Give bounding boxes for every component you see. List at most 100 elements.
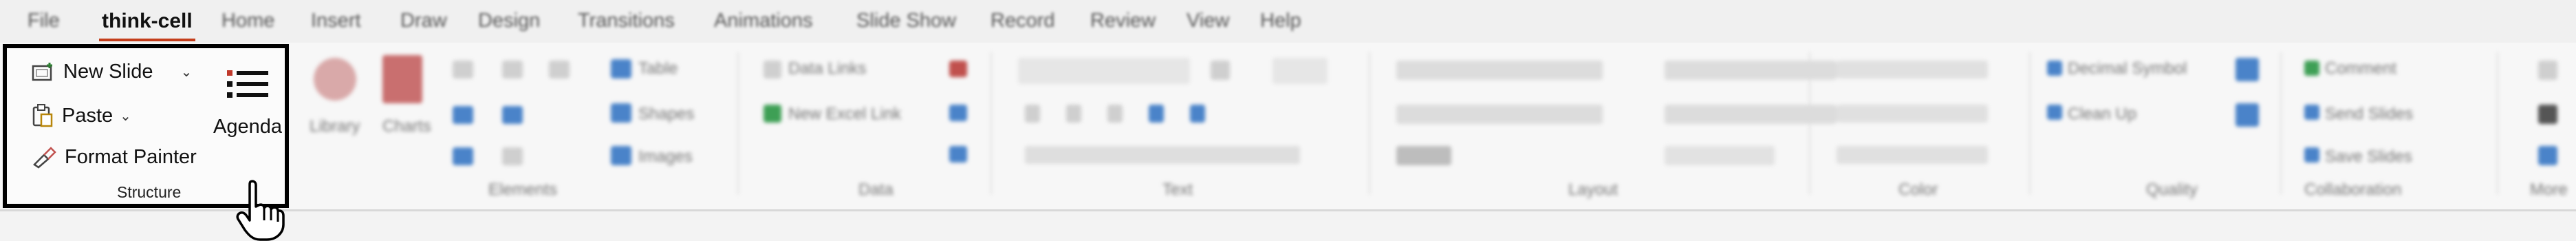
elements-icon-2[interactable] (453, 106, 473, 124)
tab-transitions[interactable]: Transitions (578, 10, 675, 32)
new-slide-icon (32, 62, 52, 81)
decimal-symbol-icon[interactable] (2047, 61, 2062, 76)
table-icon[interactable] (611, 59, 631, 78)
bold-icon[interactable] (1025, 105, 1040, 123)
group-label-elements: Elements (488, 180, 558, 199)
new-slide-button[interactable]: New Slide ⌄ (32, 61, 192, 83)
excel-icon[interactable] (764, 105, 781, 123)
data-icon-1[interactable] (949, 61, 967, 77)
separator (2497, 52, 2498, 194)
tab-insert[interactable]: Insert (311, 10, 361, 32)
font-dropdown[interactable] (1018, 58, 1190, 84)
chevron-down-icon[interactable]: ⌄ (120, 107, 131, 125)
group-label-color: Color (1898, 180, 1938, 199)
separator (1809, 52, 1810, 194)
separator (1369, 52, 1370, 194)
tab-think-cell[interactable]: think-cell (99, 10, 195, 41)
send-slides-icon[interactable] (2304, 105, 2319, 120)
elements-icon-4[interactable] (502, 61, 523, 78)
table-label: Table (638, 59, 678, 78)
elements-icon-3[interactable] (453, 147, 473, 165)
data-icon-2[interactable] (949, 105, 967, 121)
blurred-ribbon-groups: Library Charts Table Shapes Images Eleme… (296, 43, 2576, 211)
group-label-text: Text (1162, 180, 1193, 199)
tab-record[interactable]: Record (991, 10, 1055, 32)
active-tab-underline (99, 39, 195, 41)
library-icon[interactable] (314, 58, 356, 101)
hand-pointer-cursor-icon (236, 180, 285, 241)
shapes-label: Shapes (638, 105, 695, 123)
group-label-more: More (2530, 180, 2568, 199)
group-label-layout: Layout (1568, 180, 1619, 199)
paintbrush-icon (33, 146, 56, 169)
elements-icon-5[interactable] (502, 106, 523, 124)
images-icon[interactable] (611, 146, 631, 165)
charts-label: Charts (382, 117, 431, 136)
highlight-icon[interactable] (1190, 105, 1205, 123)
quality-icon-2[interactable] (2236, 103, 2259, 127)
more-icon-2[interactable] (2538, 105, 2557, 124)
tab-home[interactable]: Home (221, 10, 274, 32)
agenda-list-icon (227, 70, 268, 98)
group-label-structure: Structure (117, 183, 182, 201)
format-painter-button[interactable]: Format Painter (32, 146, 197, 169)
format-painter-label: Format Painter (65, 146, 197, 168)
underline-icon[interactable] (1107, 105, 1123, 123)
tab-file[interactable]: File (28, 10, 60, 32)
library-label: Library (310, 117, 360, 136)
agenda-label: Agenda (213, 116, 282, 138)
elements-icon-6[interactable] (502, 147, 523, 165)
size-dropdown[interactable] (1273, 58, 1328, 84)
ribbon-tab-bar: File think-cell Home Insert Draw Design … (0, 0, 2576, 43)
elements-icon-7[interactable] (549, 61, 570, 78)
quality-icon-1[interactable] (2236, 58, 2259, 81)
separator (991, 52, 992, 194)
layout-row-1[interactable] (1396, 61, 1603, 80)
comment-icon[interactable] (2304, 61, 2319, 76)
new-slide-label: New Slide (63, 61, 153, 83)
layout-row-6[interactable] (1665, 146, 1775, 165)
paste-label: Paste (62, 104, 113, 127)
elements-icon-1[interactable] (453, 61, 473, 78)
decimal-symbol-label: Decimal Symbol (2068, 59, 2187, 78)
layout-row-2[interactable] (1396, 105, 1603, 124)
charts-icon[interactable] (382, 55, 422, 103)
layout-row-5[interactable] (1665, 105, 1837, 124)
separator (737, 52, 739, 194)
align-row[interactable] (1025, 146, 1300, 164)
data-icon-3[interactable] (949, 146, 967, 163)
tab-help[interactable]: Help (1260, 10, 1301, 32)
separator (2029, 52, 2031, 194)
group-label-collaboration: Collaboration (2304, 180, 2402, 199)
font-color-control[interactable] (1837, 61, 1988, 78)
text-icon-1[interactable] (1211, 61, 1230, 80)
tab-think-cell-label: think-cell (102, 10, 193, 32)
more-icon-1[interactable] (2538, 61, 2557, 80)
agenda-button[interactable]: Agenda (206, 67, 289, 171)
more-icon-3[interactable] (2538, 146, 2557, 165)
text-color-icon[interactable] (1149, 105, 1164, 123)
paste-button[interactable]: Paste ⌄ (32, 103, 131, 128)
send-slides-label: Send Slides (2325, 105, 2414, 123)
data-links-icon[interactable] (764, 61, 781, 78)
separator (2280, 52, 2282, 194)
new-excel-link-label: New Excel Link (788, 105, 902, 123)
italic-icon[interactable] (1066, 105, 1081, 123)
shapes-icon[interactable] (611, 103, 631, 123)
clean-up-icon[interactable] (2047, 105, 2062, 120)
tab-slide-show[interactable]: Slide Show (856, 10, 956, 32)
layout-row-4[interactable] (1665, 61, 1837, 80)
chevron-down-icon[interactable]: ⌄ (181, 63, 193, 81)
tab-design[interactable]: Design (478, 10, 540, 32)
tab-view[interactable]: View (1187, 10, 1229, 32)
save-slides-icon[interactable] (2304, 147, 2319, 163)
shape-outline-control[interactable] (1837, 146, 1988, 164)
clean-up-label: Clean Up (2068, 105, 2137, 123)
data-links-label: Data Links (788, 59, 867, 78)
structure-group-highlight: New Slide ⌄ Paste ⌄ Format Painter Agend… (3, 44, 289, 241)
tab-animations[interactable]: Animations (714, 10, 812, 32)
layout-row-3[interactable] (1396, 146, 1451, 165)
shape-fill-control[interactable] (1837, 105, 1988, 123)
tab-review[interactable]: Review (1090, 10, 1156, 32)
tab-draw[interactable]: Draw (400, 10, 447, 32)
